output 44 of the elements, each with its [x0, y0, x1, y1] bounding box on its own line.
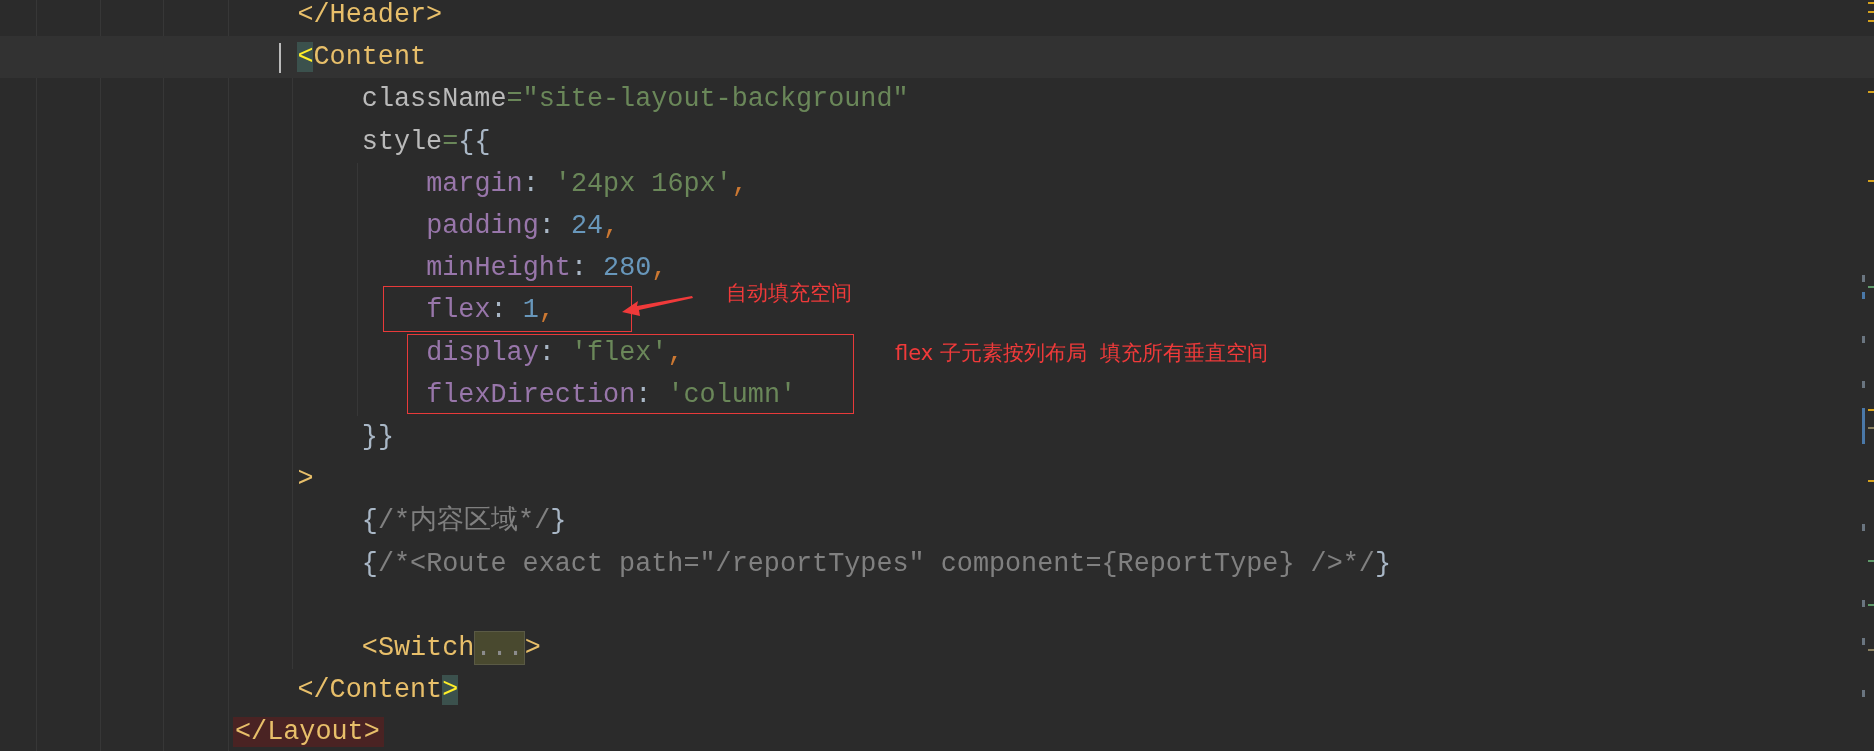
code-text: </Content> [297, 674, 459, 708]
scroll-marker [1862, 381, 1865, 388]
scroll-marker [1868, 649, 1874, 651]
scroll-marker [1862, 336, 1865, 343]
scroll-marker [1868, 180, 1874, 182]
annotation-text: 自动填充空间 [726, 280, 852, 307]
code-text: padding: 24, [426, 210, 620, 244]
code-text: className="site-layout-background" [361, 83, 909, 117]
scroll-marker [1868, 11, 1874, 13]
scroll-marker [1862, 408, 1865, 444]
code-text: > [297, 463, 314, 497]
scroll-marker [1868, 604, 1874, 606]
code-text: <Content [297, 41, 427, 75]
scroll-marker [1868, 286, 1874, 288]
text-cursor [279, 43, 281, 74]
code-text: {/*<Route exact path="/reportTypes" component={ReportType} />*/} [361, 547, 1391, 581]
scroll-marker [1862, 275, 1865, 282]
annotation-arrow [622, 296, 693, 316]
folded-code-button[interactable]: ... [474, 630, 525, 665]
scroll-marker [1868, 409, 1874, 411]
unmatched-tag: </Layout> [233, 715, 384, 750]
code-text: > [524, 631, 541, 665]
code-text: style={{ [361, 125, 491, 159]
code-text: flex: 1, [426, 294, 555, 328]
scroll-marker [1862, 690, 1865, 697]
scroll-marker [1862, 292, 1865, 299]
scroll-marker [1868, 560, 1874, 562]
code-text: </Header> [297, 0, 443, 33]
code-text: flexDirection: 'column' [426, 378, 797, 412]
scroll-marker [1868, 91, 1874, 93]
code-text: minHeight: 280, [426, 252, 668, 286]
code-text: }} [361, 420, 394, 454]
code-text: margin: '24px 16px', [426, 167, 748, 201]
scroll-marker [1862, 524, 1865, 531]
code-text: <Switch [361, 631, 475, 665]
code-text: {/*内容区域*/} [361, 504, 567, 539]
scroll-marker [1868, 20, 1874, 22]
scroll-marker [1868, 427, 1874, 429]
scroll-marker [1862, 638, 1865, 645]
scroll-marker [1868, 2, 1874, 4]
code-text: display: 'flex', [426, 336, 684, 370]
scroll-marker [1868, 480, 1874, 482]
annotation-text: flex 子元素按列布局 填充所有垂直空间 [895, 340, 1269, 367]
scroll-marker [1862, 600, 1865, 607]
